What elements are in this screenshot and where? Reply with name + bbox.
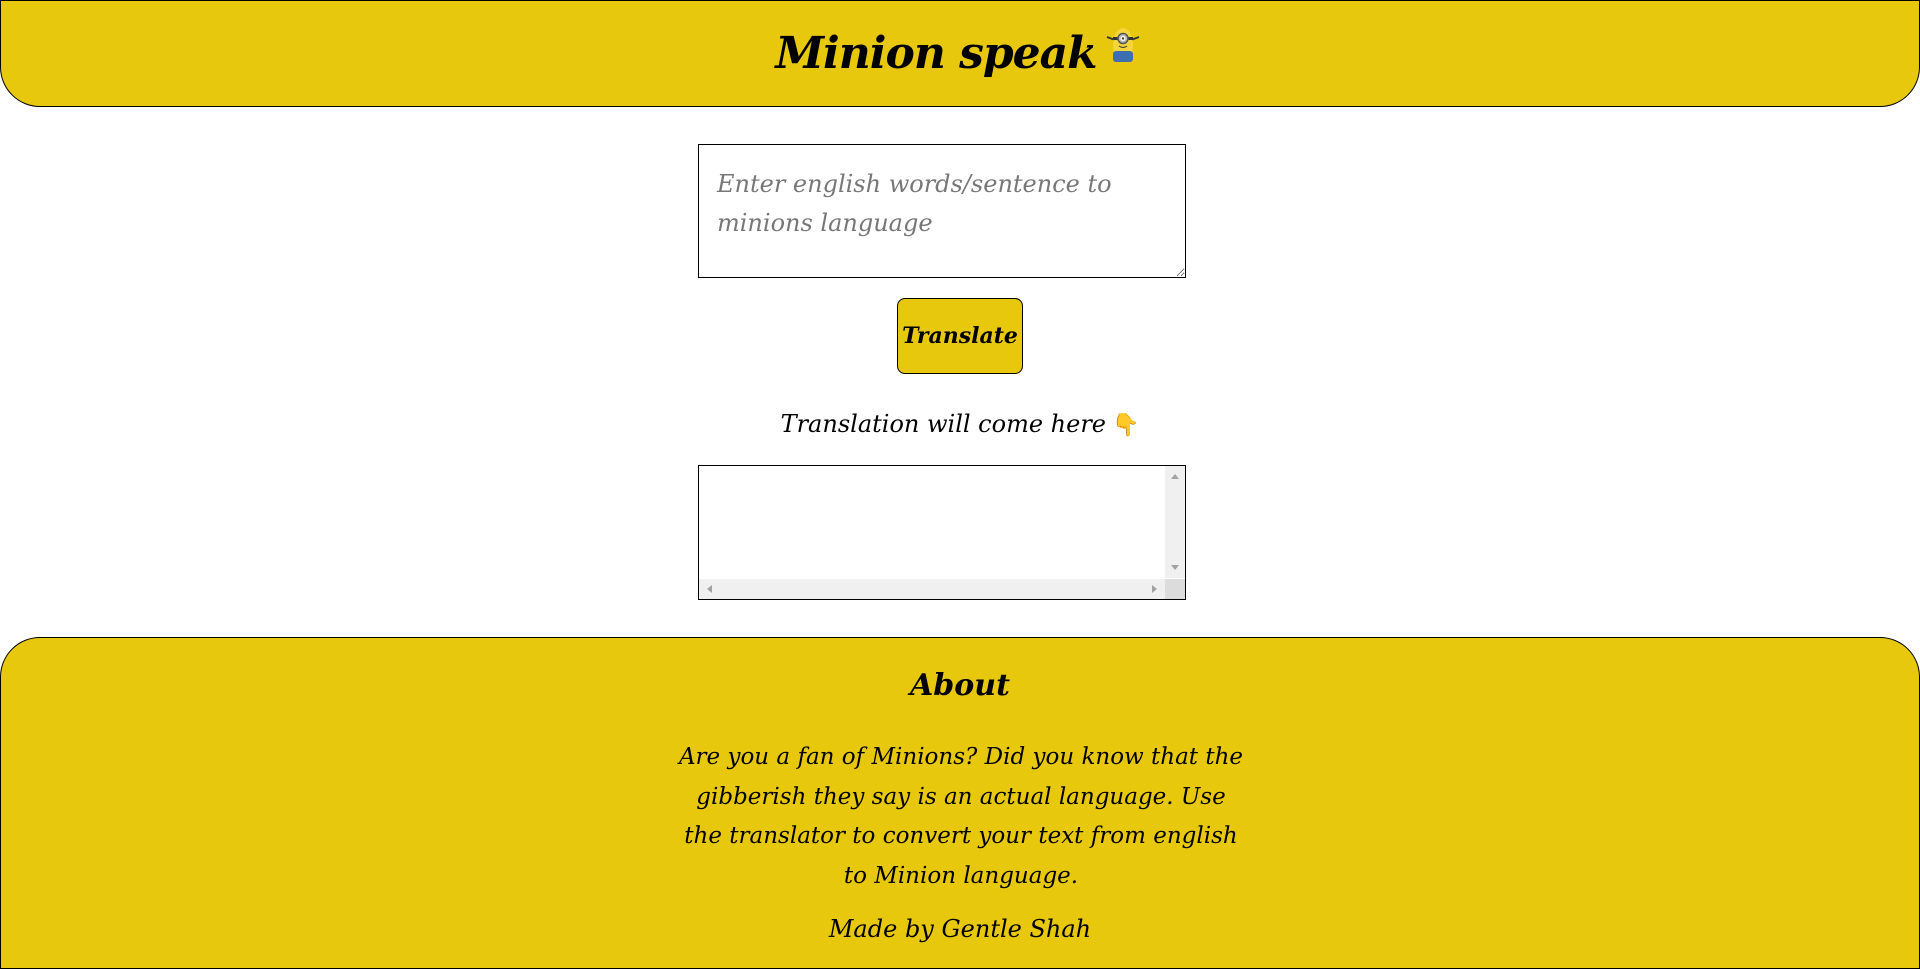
output-label-text: Translation will come here <box>780 410 1106 438</box>
scroll-up-icon[interactable] <box>1171 474 1179 479</box>
about-section: About Are you a fan of Minions? Did you … <box>0 637 1920 969</box>
scroll-down-icon[interactable] <box>1171 565 1179 570</box>
scroll-left-icon[interactable] <box>707 585 712 593</box>
scrollbar-corner <box>1165 579 1185 599</box>
translate-button[interactable]: Translate <box>897 298 1023 374</box>
page-header: Minion speak <box>0 0 1920 107</box>
about-text: Are you a fan of Minions? Did you know t… <box>678 744 1244 889</box>
author-credit: Made by Gentle Shah <box>828 915 1092 943</box>
vertical-scrollbar[interactable] <box>1165 466 1185 578</box>
output-label: Translation will come here 👇 <box>0 410 1920 438</box>
horizontal-scrollbar[interactable] <box>699 579 1165 599</box>
page-title: Minion speak <box>775 28 1144 79</box>
page-title-text: Minion speak <box>775 28 1097 79</box>
about-heading: About <box>910 668 1010 703</box>
translation-output[interactable] <box>698 465 1186 600</box>
minion-icon <box>1101 23 1145 65</box>
english-text-input[interactable] <box>698 144 1186 278</box>
pointing-down-icon: 👇 <box>1112 413 1140 438</box>
scroll-right-icon[interactable] <box>1152 585 1157 593</box>
